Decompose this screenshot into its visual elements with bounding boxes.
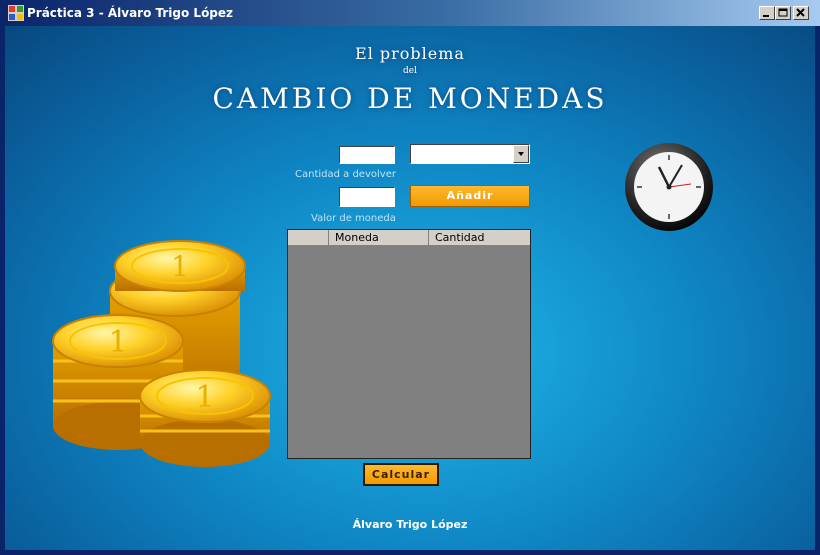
grid-header-cantidad[interactable]: Cantidad <box>429 230 530 246</box>
coin-value-input[interactable] <box>339 187 395 207</box>
close-icon <box>796 8 805 17</box>
app-window: Práctica 3 - Álvaro Trigo López El probl… <box>0 0 820 555</box>
coin-stack-image: 1 1 1 <box>52 240 271 467</box>
header-line-2: del <box>403 66 417 76</box>
coins-grid[interactable]: Moneda Cantidad <box>287 229 531 459</box>
add-button[interactable]: Añadir <box>410 185 530 207</box>
window-title: Práctica 3 - Álvaro Trigo López <box>27 6 234 20</box>
maximize-icon <box>778 8 788 17</box>
grid-header: Moneda Cantidad <box>288 230 530 246</box>
close-button[interactable] <box>793 6 809 20</box>
coin-select-dropdown-button[interactable] <box>513 145 529 163</box>
calculate-button[interactable]: Calcular <box>363 463 439 486</box>
svg-text:1: 1 <box>195 380 214 415</box>
header-line-1: El problema <box>355 44 465 63</box>
svg-text:1: 1 <box>171 250 189 283</box>
grid-header-row-selector[interactable] <box>288 230 329 246</box>
minimize-icon <box>763 15 769 17</box>
clock-icon <box>625 143 713 231</box>
author-footer: Álvaro Trigo López <box>352 518 468 531</box>
amount-label: Cantidad a devolver <box>295 169 396 180</box>
header-title: CAMBIO DE MONEDAS <box>212 82 608 115</box>
amount-input[interactable] <box>339 146 395 164</box>
grid-header-moneda[interactable]: Moneda <box>329 230 429 246</box>
coin-select[interactable] <box>410 144 530 164</box>
app-icon <box>8 5 24 21</box>
svg-text:1: 1 <box>108 325 127 360</box>
chevron-down-icon <box>518 152 524 156</box>
minimize-button[interactable] <box>759 6 775 20</box>
coin-value-label: Valor de moneda <box>311 213 396 224</box>
maximize-button[interactable] <box>775 6 791 20</box>
client-area: El problema del CAMBIO DE MONEDAS Cantid… <box>5 26 815 550</box>
title-bar[interactable]: Práctica 3 - Álvaro Trigo López <box>0 0 820 26</box>
